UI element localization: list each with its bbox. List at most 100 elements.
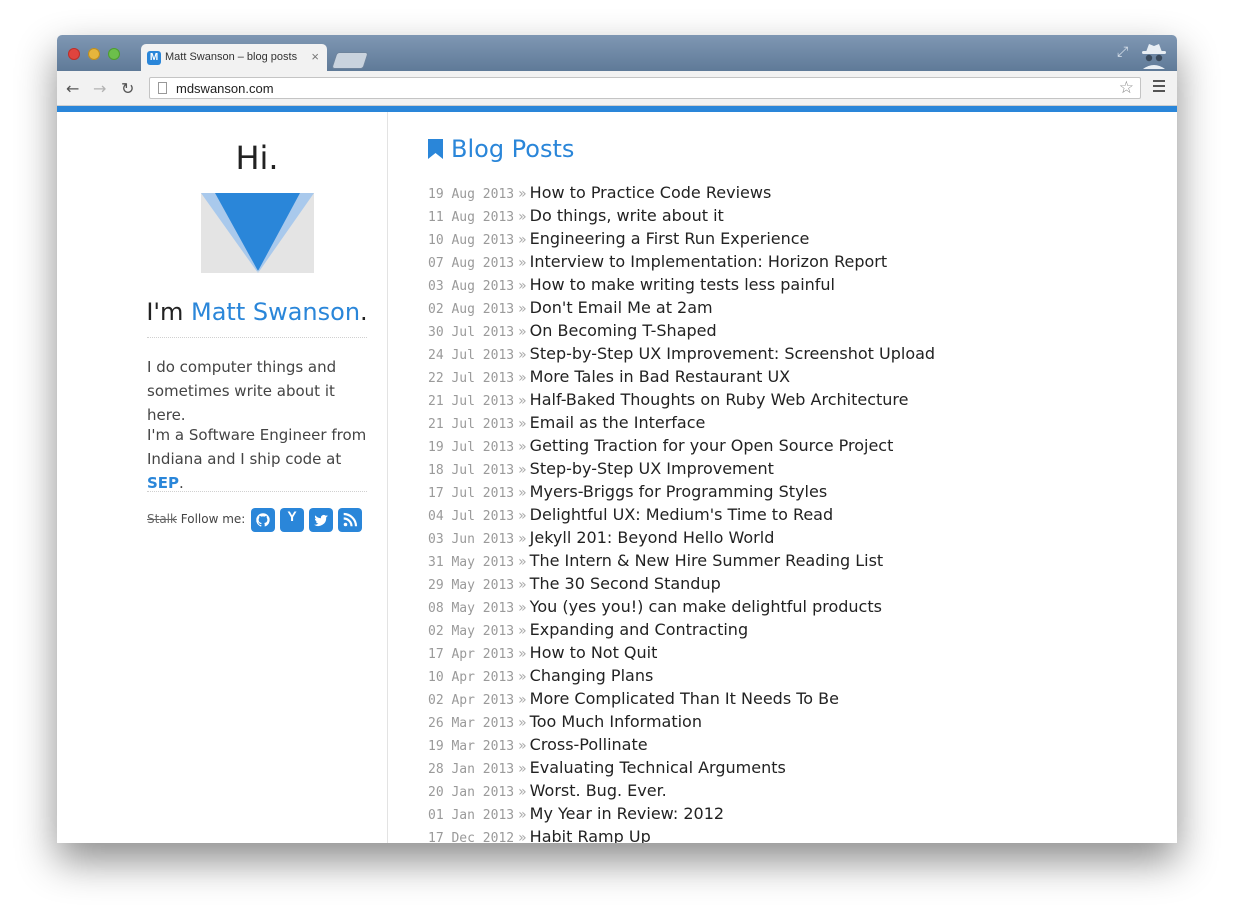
forward-icon[interactable]: →: [93, 79, 106, 98]
author-name-link[interactable]: Matt Swanson: [191, 298, 360, 326]
post-item: 10 Apr 2013» Changing Plans: [428, 664, 935, 687]
site-logo: [201, 193, 314, 273]
browser-tab[interactable]: M Matt Swanson – blog posts ×: [141, 44, 327, 71]
post-separator: »: [518, 784, 527, 800]
post-date: 04 Jul 2013: [428, 509, 515, 524]
post-separator: »: [518, 232, 527, 248]
menu-icon[interactable]: [1153, 80, 1165, 95]
rss-icon[interactable]: [338, 508, 362, 532]
post-separator: »: [518, 554, 527, 570]
post-title-link[interactable]: More Tales in Bad Restaurant UX: [530, 367, 790, 386]
post-separator: »: [518, 255, 527, 271]
address-bar[interactable]: mdswanson.com ☆: [149, 77, 1141, 99]
post-title-link[interactable]: Jekyll 201: Beyond Hello World: [530, 528, 775, 547]
post-title-link[interactable]: More Complicated Than It Needs To Be: [530, 689, 839, 708]
reload-icon[interactable]: ↻: [121, 79, 134, 98]
post-title-link[interactable]: Don't Email Me at 2am: [530, 298, 713, 317]
twitter-icon[interactable]: [309, 508, 333, 532]
post-title-link[interactable]: The 30 Second Standup: [530, 574, 721, 593]
post-item: 31 May 2013» The Intern & New Hire Summer…: [428, 549, 935, 572]
post-list: 19 Aug 2013» How to Practice Code Reviews…: [428, 181, 935, 843]
post-date: 18 Jul 2013: [428, 463, 515, 478]
post-title-link[interactable]: Engineering a First Run Experience: [530, 229, 810, 248]
post-title-link[interactable]: Cross-Pollinate: [530, 735, 648, 754]
url-text[interactable]: mdswanson.com: [176, 81, 274, 96]
post-title-link[interactable]: Getting Traction for your Open Source Pr…: [530, 436, 894, 455]
post-title-link[interactable]: Interview to Implementation: Horizon Rep…: [530, 252, 887, 271]
post-date: 02 Aug 2013: [428, 302, 515, 317]
sidebar: Hi. I'm Matt Swanson. I do computer thin…: [57, 112, 388, 843]
post-date: 20 Jan 2013: [428, 785, 515, 800]
post-title-link[interactable]: How to Not Quit: [530, 643, 658, 662]
post-item: 24 Jul 2013» Step-by-Step UX Improvement:…: [428, 342, 935, 365]
post-item: 03 Aug 2013» How to make writing tests le…: [428, 273, 935, 296]
post-title-link[interactable]: Too Much Information: [530, 712, 702, 731]
post-separator: »: [518, 347, 527, 363]
post-title-link[interactable]: The Intern & New Hire Summer Reading Lis…: [530, 551, 884, 570]
bio-work-prefix: I'm a Software Engineer from Indiana and…: [147, 426, 367, 468]
github-icon[interactable]: [251, 508, 275, 532]
post-separator: »: [518, 416, 527, 432]
post-title-link[interactable]: Step-by-Step UX Improvement: [530, 459, 774, 478]
post-title-link[interactable]: On Becoming T-Shaped: [530, 321, 717, 340]
browser-toolbar: ← → ↻ mdswanson.com ☆: [57, 71, 1177, 106]
divider: [147, 337, 367, 338]
post-title-link[interactable]: How to make writing tests less painful: [530, 275, 835, 294]
post-title-link[interactable]: Expanding and Contracting: [530, 620, 748, 639]
post-title-link[interactable]: Worst. Bug. Ever.: [530, 781, 667, 800]
post-title-link[interactable]: Evaluating Technical Arguments: [530, 758, 786, 777]
post-separator: »: [518, 761, 527, 777]
post-item: 30 Jul 2013» On Becoming T-Shaped: [428, 319, 935, 342]
post-title-link[interactable]: Delightful UX: Medium's Time to Read: [530, 505, 833, 524]
tab-close-icon[interactable]: ×: [311, 49, 319, 64]
post-separator: »: [518, 370, 527, 386]
post-title-link[interactable]: You (yes you!) can make delightful produ…: [530, 597, 882, 616]
post-title-link[interactable]: Do things, write about it: [530, 206, 724, 225]
sep-link[interactable]: SEP: [147, 474, 179, 492]
post-item: 18 Jul 2013» Step-by-Step UX Improvement: [428, 457, 935, 480]
fullscreen-icon[interactable]: ⤢: [1117, 44, 1128, 60]
bookmark-star-icon[interactable]: ☆: [1119, 78, 1134, 98]
post-item: 21 Jul 2013» Email as the Interface: [428, 411, 935, 434]
follow-label: Stalk Follow me:: [147, 512, 245, 526]
post-item: 02 Apr 2013» More Complicated Than It Nee…: [428, 687, 935, 710]
post-title-link[interactable]: Half-Baked Thoughts on Ruby Web Architec…: [530, 390, 909, 409]
post-separator: »: [518, 462, 527, 478]
post-item: 19 Mar 2013» Cross-Pollinate: [428, 733, 935, 756]
post-title-link[interactable]: Email as the Interface: [530, 413, 706, 432]
post-item: 28 Jan 2013» Evaluating Technical Argumen…: [428, 756, 935, 779]
post-separator: »: [518, 393, 527, 409]
intro-prefix: I'm: [146, 298, 191, 326]
bio-text-work: I'm a Software Engineer from Indiana and…: [147, 423, 372, 495]
title-bar: M Matt Swanson – blog posts × ⤢: [57, 35, 1177, 71]
minimize-window-button[interactable]: [88, 48, 100, 60]
post-item: 19 Jul 2013» Getting Traction for your Op…: [428, 434, 935, 457]
post-date: 26 Mar 2013: [428, 716, 515, 731]
hacker-news-letter: Y: [287, 508, 297, 524]
post-separator: »: [518, 600, 527, 616]
post-date: 21 Jul 2013: [428, 394, 515, 409]
post-item: 19 Aug 2013» How to Practice Code Reviews: [428, 181, 935, 204]
close-window-button[interactable]: [68, 48, 80, 60]
main-content: Blog Posts 19 Aug 2013» How to Practice C…: [388, 112, 1177, 843]
post-title-link[interactable]: Step-by-Step UX Improvement: Screenshot …: [530, 344, 935, 363]
divider: [147, 491, 367, 492]
browser-window: M Matt Swanson – blog posts × ⤢ ← → ↻ md…: [57, 35, 1177, 843]
post-title-link[interactable]: Myers-Briggs for Programming Styles: [530, 482, 828, 501]
post-item: 02 May 2013» Expanding and Contracting: [428, 618, 935, 641]
maximize-window-button[interactable]: [108, 48, 120, 60]
post-title-link[interactable]: Changing Plans: [530, 666, 654, 685]
post-title-link[interactable]: How to Practice Code Reviews: [530, 183, 772, 202]
post-date: 31 May 2013: [428, 555, 515, 570]
post-title-link[interactable]: My Year in Review: 2012: [530, 804, 724, 823]
hacker-news-icon[interactable]: Y: [280, 508, 304, 532]
post-date: 07 Aug 2013: [428, 256, 515, 271]
new-tab-button[interactable]: [331, 52, 369, 69]
post-date: 01 Jan 2013: [428, 808, 515, 823]
back-icon[interactable]: ←: [66, 79, 79, 98]
post-item: 04 Jul 2013» Delightful UX: Medium's Time…: [428, 503, 935, 526]
post-date: 02 Apr 2013: [428, 693, 515, 708]
post-date: 17 Jul 2013: [428, 486, 515, 501]
post-separator: »: [518, 577, 527, 593]
post-title-link[interactable]: Habit Ramp Up: [530, 827, 651, 843]
